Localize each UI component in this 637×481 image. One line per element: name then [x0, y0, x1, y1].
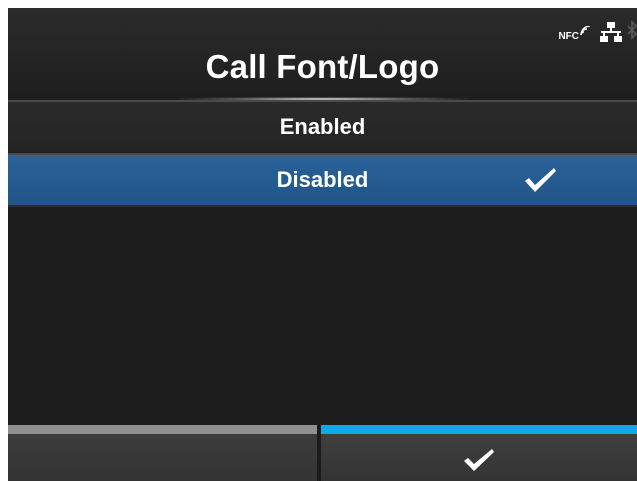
confirm-button[interactable] [321, 425, 637, 481]
back-button[interactable] [8, 425, 317, 481]
option-disabled[interactable]: Disabled [8, 155, 637, 205]
bluetooth-icon [627, 19, 637, 49]
confirm-button-bar [321, 425, 637, 434]
option-enabled[interactable]: Enabled [8, 102, 637, 152]
status-icons: NFC [558, 19, 637, 49]
option-enabled-label: Enabled [279, 114, 366, 139]
option-disabled-label: Disabled [276, 167, 369, 192]
footer-bar [8, 425, 637, 481]
network-icon [600, 21, 622, 47]
page-title: Call Font/Logo [205, 48, 440, 85]
nfc-label: NFC [558, 30, 579, 42]
printer-screen: NFC Call Font/Logo Enabled Disabled [8, 8, 637, 481]
header: NFC Call Font/Logo [8, 8, 637, 99]
nfc-icon: NFC [558, 25, 590, 42]
back-button-bar [8, 425, 317, 434]
divider [8, 205, 637, 207]
check-icon [464, 449, 494, 471]
check-icon [525, 168, 556, 192]
